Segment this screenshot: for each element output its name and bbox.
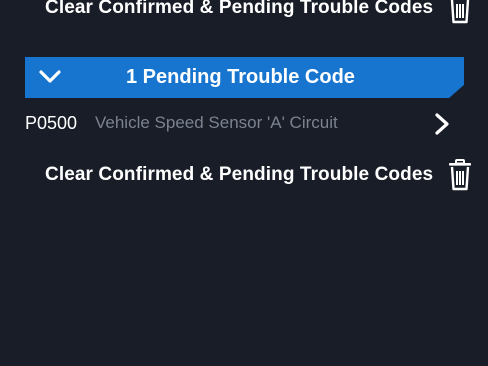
chevron-right-icon[interactable] [432, 112, 452, 136]
trash-icon[interactable] [447, 159, 473, 191]
chevron-down-icon [39, 70, 61, 83]
clear-codes-label-top: Clear Confirmed & Pending Trouble Codes [45, 0, 434, 18]
trouble-code-row[interactable]: P0500 Vehicle Speed Sensor 'A' Circuit [0, 104, 488, 142]
clear-codes-button-top[interactable]: Clear Confirmed & Pending Trouble Codes [45, 0, 473, 26]
trouble-code-description: Vehicle Speed Sensor 'A' Circuit [95, 113, 338, 132]
clear-codes-button[interactable]: Clear Confirmed & Pending Trouble Codes [45, 157, 473, 193]
trouble-code-id: P0500 [25, 113, 78, 133]
pending-codes-header[interactable]: 1 Pending Trouble Code [25, 57, 464, 98]
clear-codes-label: Clear Confirmed & Pending Trouble Codes [45, 164, 434, 185]
trash-icon[interactable] [447, 0, 473, 24]
pending-codes-title: 1 Pending Trouble Code [126, 66, 355, 88]
